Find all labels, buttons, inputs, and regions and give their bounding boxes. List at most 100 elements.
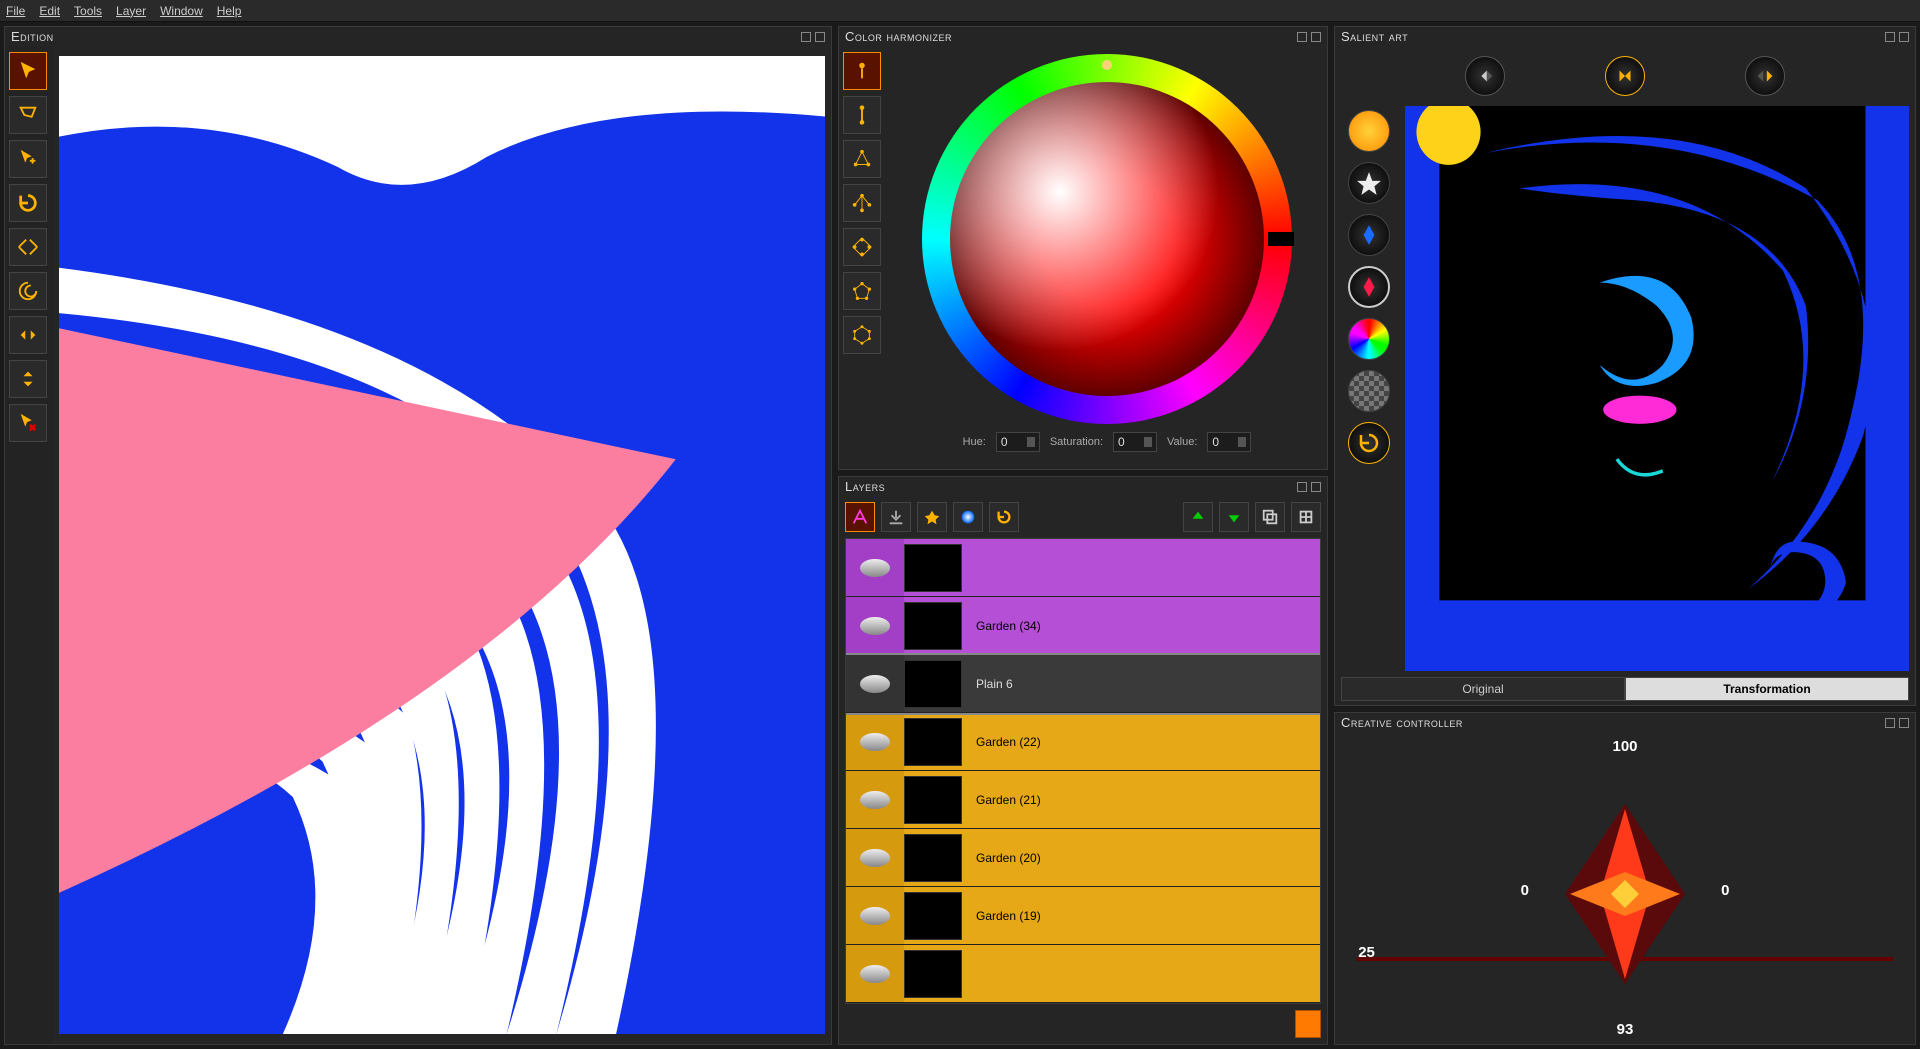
layer-label: Garden (21) <box>968 793 1320 807</box>
layer-thumbnail <box>904 834 962 882</box>
salient-prev[interactable] <box>1465 56 1505 96</box>
layer-duplicate[interactable] <box>1255 502 1285 532</box>
layer-visibility-toggle[interactable] <box>846 713 904 770</box>
panel-close-icon[interactable] <box>1311 32 1321 42</box>
layer-mode-fx[interactable] <box>917 502 947 532</box>
style-sun[interactable] <box>1348 110 1390 152</box>
salient-next[interactable] <box>1745 56 1785 96</box>
tool-swirl[interactable] <box>9 272 47 310</box>
layer-visibility-toggle[interactable] <box>846 829 904 886</box>
layer-mode-color[interactable] <box>953 502 983 532</box>
tool-flip-h[interactable] <box>9 316 47 354</box>
sat-input[interactable]: 0 <box>1113 432 1157 452</box>
salient-title: Salient art <box>1341 29 1408 44</box>
layer-row[interactable] <box>846 945 1320 1003</box>
style-star[interactable] <box>1348 162 1390 204</box>
layer-label: Plain 6 <box>968 677 1320 691</box>
harmony-schemes <box>839 46 887 469</box>
tab-transformation[interactable]: Transformation <box>1625 677 1909 701</box>
layer-thumbnail <box>904 602 962 650</box>
panel-pin-icon[interactable] <box>1297 482 1307 492</box>
cc-top-value: 100 <box>1612 738 1637 755</box>
panel-close-icon[interactable] <box>1311 482 1321 492</box>
panel-pin-icon[interactable] <box>1297 32 1307 42</box>
val-input[interactable]: 0 <box>1207 432 1251 452</box>
layer-row[interactable]: Garden (20) <box>846 829 1320 887</box>
menu-edit[interactable]: Edit <box>39 4 60 18</box>
tool-flip-v[interactable] <box>9 360 47 398</box>
layer-mode-merge[interactable] <box>881 502 911 532</box>
layer-label: Garden (34) <box>968 619 1320 633</box>
panel-close-icon[interactable] <box>1899 32 1909 42</box>
scheme-triad[interactable] <box>843 140 881 178</box>
layer-visibility-toggle[interactable] <box>846 887 904 944</box>
creative-controller[interactable]: 100 0 0 25 93 <box>1335 732 1915 1044</box>
scheme-square[interactable] <box>843 228 881 266</box>
tool-scale[interactable] <box>9 228 47 266</box>
scheme-split[interactable] <box>843 184 881 222</box>
tab-original[interactable]: Original <box>1341 677 1625 701</box>
layer-row[interactable]: Garden (21) <box>846 771 1320 829</box>
layer-row[interactable]: Garden (34) <box>846 597 1320 655</box>
tool-delete[interactable] <box>9 404 47 442</box>
layer-delete[interactable] <box>1295 1010 1321 1038</box>
edition-toolbar <box>5 46 53 1044</box>
layers-title: Layers <box>845 479 885 494</box>
layer-visibility-toggle[interactable] <box>846 597 904 654</box>
layer-up[interactable] <box>1183 502 1213 532</box>
panel-close-icon[interactable] <box>1899 718 1909 728</box>
hue-label: Hue: <box>963 436 986 448</box>
sat-label: Saturation: <box>1050 436 1103 448</box>
tool-move[interactable] <box>9 140 47 178</box>
menu-help[interactable]: Help <box>217 4 242 18</box>
menu-file[interactable]: File <box>6 4 25 18</box>
layer-copy[interactable] <box>1291 502 1321 532</box>
menu-tools[interactable]: Tools <box>74 4 102 18</box>
scheme-complement[interactable] <box>843 96 881 134</box>
cc-bottom-value: 93 <box>1617 1021 1634 1038</box>
color-wheel[interactable] <box>922 54 1292 424</box>
layer-visibility-toggle[interactable] <box>846 539 904 596</box>
wheel-handle[interactable] <box>1102 60 1112 70</box>
layer-down[interactable] <box>1219 502 1249 532</box>
creative-title: Creative controller <box>1341 715 1463 730</box>
harmonizer-title: Color harmonizer <box>845 29 952 44</box>
scheme-pentagon[interactable] <box>843 272 881 310</box>
layer-thumbnail <box>904 718 962 766</box>
layer-visibility-toggle[interactable] <box>846 655 904 712</box>
layer-visibility-toggle[interactable] <box>846 945 904 1002</box>
layer-toolbar <box>845 502 1321 532</box>
menu-layer[interactable]: Layer <box>116 4 146 18</box>
layer-row[interactable]: Plain 6 <box>846 655 1320 713</box>
cc-diamond[interactable] <box>1525 794 1725 994</box>
tool-rotate[interactable] <box>9 184 47 222</box>
style-checker[interactable] <box>1348 370 1390 412</box>
style-multi[interactable] <box>1348 318 1390 360</box>
menu-window[interactable]: Window <box>160 4 203 18</box>
layer-thumbnail <box>904 660 962 708</box>
layer-visibility-toggle[interactable] <box>846 771 904 828</box>
style-blue[interactable] <box>1348 214 1390 256</box>
scheme-hexagon[interactable] <box>843 316 881 354</box>
layer-label: Garden (20) <box>968 851 1320 865</box>
hue-input[interactable]: 0 <box>996 432 1040 452</box>
layer-row[interactable]: Garden (19) <box>846 887 1320 945</box>
layer-mode-reset[interactable] <box>989 502 1019 532</box>
panel-close-icon[interactable] <box>815 32 825 42</box>
layer-list[interactable]: Garden (34) Plain 6 Garden (22) Garden (21)… <box>845 538 1321 1004</box>
panel-pin-icon[interactable] <box>801 32 811 42</box>
tool-select[interactable] <box>9 52 47 90</box>
scheme-mono[interactable] <box>843 52 881 90</box>
style-red[interactable] <box>1348 266 1390 308</box>
edition-title: Edition <box>11 29 54 44</box>
layer-mode-a[interactable] <box>845 502 875 532</box>
layer-thumbnail <box>904 776 962 824</box>
salient-center[interactable] <box>1605 56 1645 96</box>
panel-pin-icon[interactable] <box>1885 718 1895 728</box>
style-refresh[interactable] <box>1348 422 1390 464</box>
edition-canvas[interactable] <box>59 56 825 1034</box>
panel-pin-icon[interactable] <box>1885 32 1895 42</box>
layer-row[interactable]: Garden (22) <box>846 713 1320 771</box>
tool-lasso[interactable] <box>9 96 47 134</box>
layer-row[interactable] <box>846 539 1320 597</box>
